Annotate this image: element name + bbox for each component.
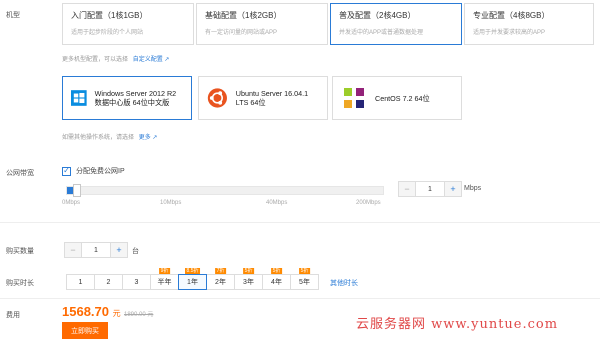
more-os-text: 如需其他操作系统，请选择 <box>62 135 135 141</box>
fee-label: 费用 <box>6 312 20 319</box>
more-os-link[interactable]: 更多 <box>139 135 151 141</box>
duration-option[interactable]: 5折 4年 <box>262 268 291 290</box>
bandwidth-unit: Mbps <box>464 185 482 192</box>
model-label: 机型 <box>6 12 20 19</box>
bandwidth-slider[interactable] <box>66 184 384 197</box>
original-price: 1890.00 元 <box>124 312 154 318</box>
free-ip-checkbox[interactable]: ✓ 分配免费公网IP <box>62 166 125 176</box>
bandwidth-tick: 10Mbps <box>160 200 182 206</box>
os-name: Ubuntu Server 16.04.1 LTS 64位 <box>235 89 309 107</box>
external-link-icon: ↗ <box>152 135 158 141</box>
duration-option-label: 1年 <box>187 279 198 286</box>
duration-option-label: 3 <box>134 278 139 286</box>
buy-now-button[interactable]: 立即购买 <box>62 322 108 339</box>
divider <box>0 298 600 299</box>
duration-label: 购买时长 <box>6 280 34 287</box>
config-desc: 有一定访问量的网站或APP <box>205 30 278 36</box>
free-ip-label: 分配免费公网IP <box>76 168 125 175</box>
duration-option[interactable]: 7折 2年 <box>206 268 235 290</box>
discount-tag: 5折 <box>242 268 255 274</box>
discount-tag: 5折 <box>298 268 311 274</box>
discount-tag: 5折 <box>270 268 283 274</box>
duration-option[interactable]: 5折 3年 <box>234 268 263 290</box>
duration-option-label: 2年 <box>215 279 226 286</box>
os-centos[interactable]: CentOS 7.2 64位 <box>332 76 462 120</box>
price: 1568.70 元 <box>62 304 121 319</box>
config-title: 普及配置（2核4GB） <box>339 11 416 20</box>
discount-tag: 8.5折 <box>184 268 201 274</box>
duration-option-label: 5年 <box>299 279 310 286</box>
external-link-icon: ↗ <box>164 57 170 63</box>
more-os: 如需其他操作系统，请选择 更多 ↗ <box>62 132 157 141</box>
config-pro[interactable]: 专业配置（4核8GB） 适用于并发要求较高的APP <box>464 3 594 45</box>
bandwidth-tick: 0Mbps <box>62 200 81 206</box>
check-icon: ✓ <box>62 166 71 176</box>
bandwidth-value[interactable]: 1 <box>415 182 445 196</box>
config-entry[interactable]: 入门配置（1核1GB） 适用于起步阶段的个人网站 <box>62 3 194 45</box>
quantity-stepper: − 1 + <box>64 242 128 258</box>
increment-button[interactable]: + <box>111 243 127 257</box>
duration-option[interactable]: 3 <box>122 274 151 290</box>
config-title: 基础配置（1核2GB） <box>205 11 282 20</box>
increment-button[interactable]: + <box>445 182 461 196</box>
config-desc: 适用于起步阶段的个人网站 <box>71 30 144 36</box>
duration-option[interactable]: 1 <box>66 274 95 290</box>
config-popular[interactable]: 普及配置（2核4GB） 并发适中的APP或普通数据处理 <box>330 3 462 45</box>
price-unit: 元 <box>112 309 121 318</box>
config-title: 入门配置（1核1GB） <box>71 11 148 20</box>
duration-options: 1 2 3 9折半年 8.5折 1年 7折 2年 5折 3年 5折 4年 5折 5年 <box>66 268 319 290</box>
quantity-unit: 台 <box>132 248 139 255</box>
bandwidth-tick: 40Mbps <box>266 200 288 206</box>
config-desc: 并发适中的APP或普通数据处理 <box>339 30 424 36</box>
discount-tag: 9折 <box>158 268 171 274</box>
more-configs-text: 更多机型配置，可以选择 <box>62 57 129 63</box>
quantity-label: 购买数量 <box>6 248 34 255</box>
discount-tag: 7折 <box>214 268 227 274</box>
price-value: 1568.70 <box>62 304 109 319</box>
duration-option-selected[interactable]: 8.5折 1年 <box>178 268 207 290</box>
bandwidth-stepper: − 1 + <box>398 181 462 197</box>
decrement-button[interactable]: − <box>65 243 81 257</box>
divider <box>0 222 600 223</box>
ubuntu-icon <box>207 88 227 108</box>
os-windows[interactable]: Windows Server 2012 R2 数据中心版 64位中文版 <box>62 76 192 120</box>
more-configs: 更多机型配置，可以选择 自定义配置 ↗ <box>62 54 169 63</box>
duration-option[interactable]: 9折半年 <box>150 268 179 290</box>
other-duration-link[interactable]: 其他时长 <box>330 278 358 288</box>
duration-option-label: 半年 <box>157 279 172 286</box>
watermark: 云服务器网 www.yuntue.com <box>356 317 559 332</box>
custom-config-link[interactable]: 自定义配置 <box>133 57 163 63</box>
duration-option-label: 3年 <box>243 279 254 286</box>
bandwidth-tick: 200Mbps <box>356 200 381 206</box>
config-desc: 适用于并发要求较高的APP <box>473 30 546 36</box>
os-name: Windows Server 2012 R2 数据中心版 64位中文版 <box>94 89 177 107</box>
quantity-value[interactable]: 1 <box>81 243 111 257</box>
config-basic[interactable]: 基础配置（1核2GB） 有一定访问量的网站或APP <box>196 3 328 45</box>
windows-icon <box>71 90 87 106</box>
bandwidth-slider-thumb[interactable] <box>73 184 81 197</box>
os-ubuntu[interactable]: Ubuntu Server 16.04.1 LTS 64位 <box>198 76 328 120</box>
bandwidth-label: 公网带宽 <box>6 170 34 177</box>
duration-option-label: 1 <box>78 278 83 286</box>
duration-option[interactable]: 2 <box>94 274 123 290</box>
config-title: 专业配置（4核8GB） <box>473 11 550 20</box>
decrement-button[interactable]: − <box>399 182 415 196</box>
duration-option[interactable]: 5折 5年 <box>290 268 319 290</box>
centos-icon <box>341 85 367 111</box>
duration-option-label: 2 <box>106 278 111 286</box>
duration-option-label: 4年 <box>271 279 282 286</box>
os-name: CentOS 7.2 64位 <box>375 93 430 103</box>
